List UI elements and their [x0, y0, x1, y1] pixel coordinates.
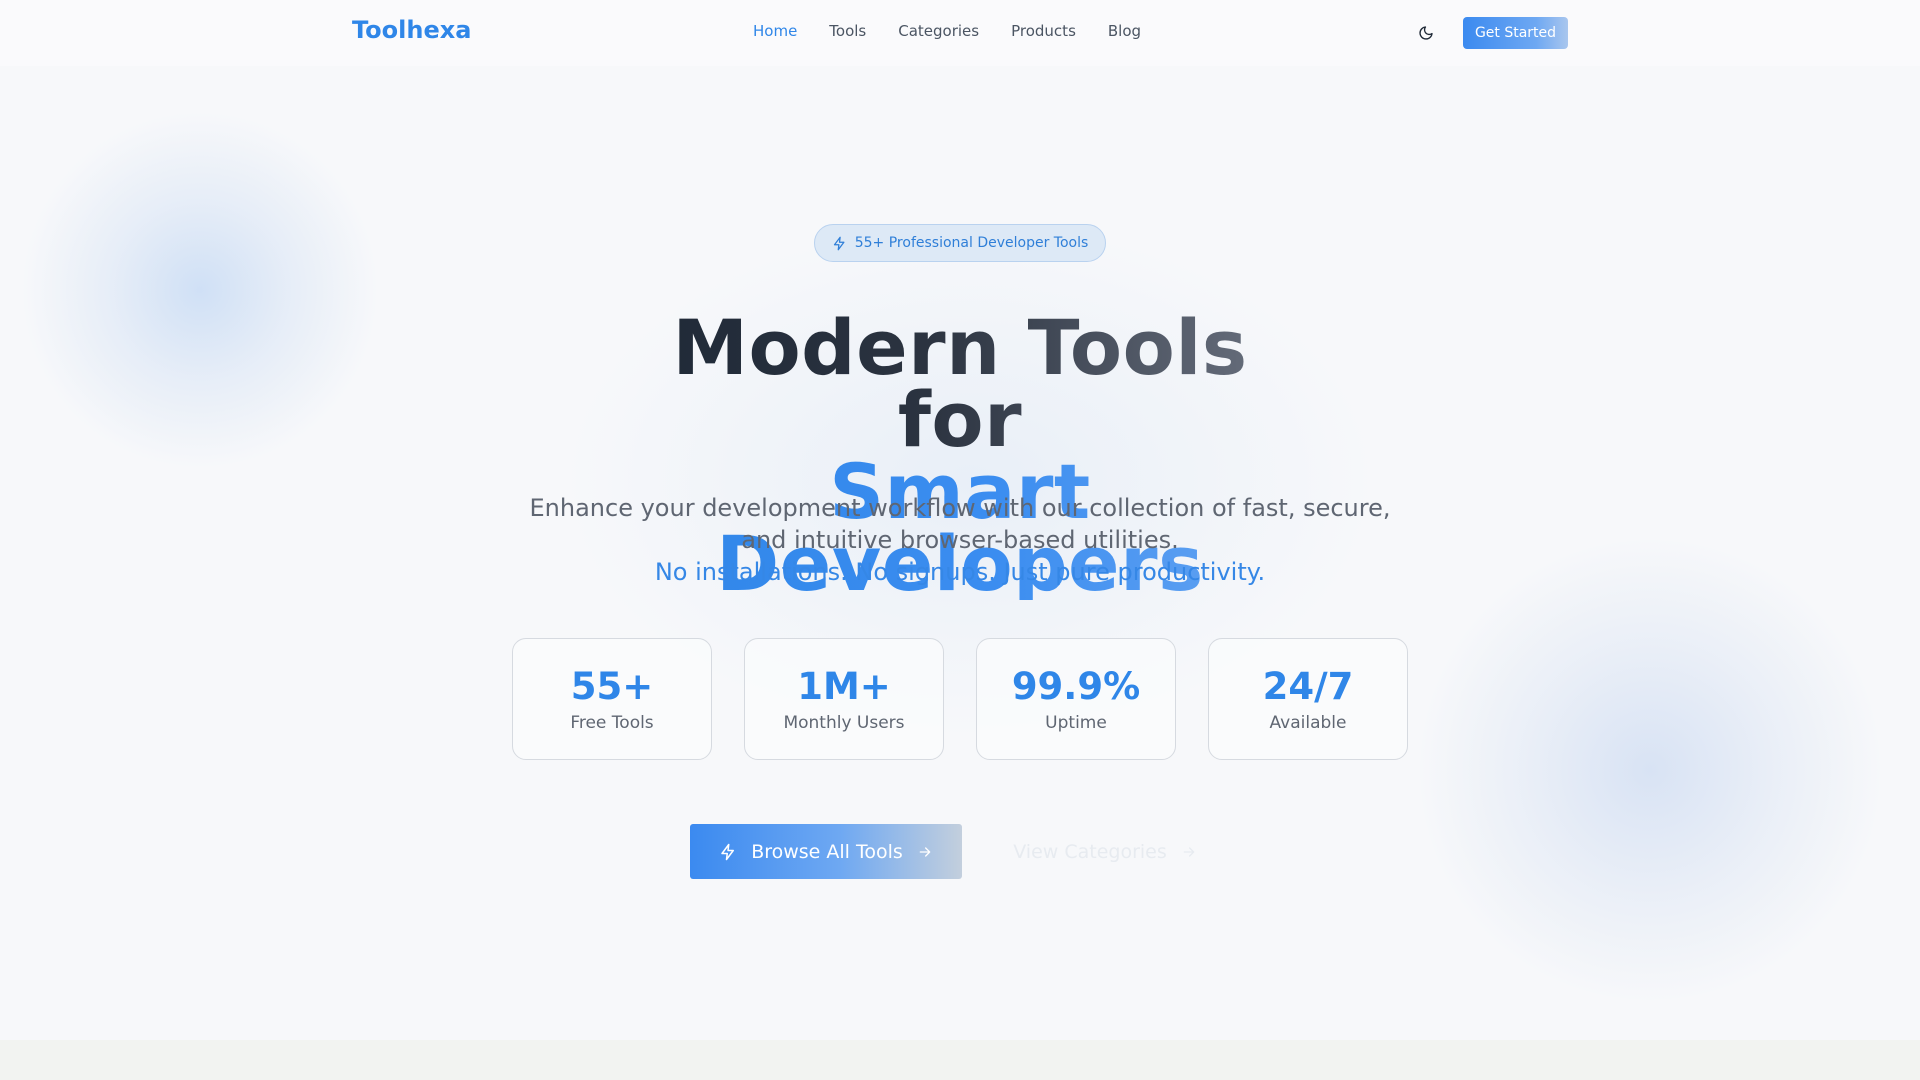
nav-link-products[interactable]: Products: [1011, 22, 1076, 40]
hero-subtitle: Enhance your development workflow with o…: [0, 492, 1920, 588]
top-navbar: Toolhexa Home Tools Categories Products …: [0, 0, 1920, 66]
lightning-icon: [832, 236, 847, 251]
stat-card-availability: 24/7 Available: [1208, 638, 1408, 760]
moon-icon: [1418, 25, 1434, 41]
browse-all-tools-button[interactable]: Browse All Tools: [690, 824, 962, 879]
nav-link-blog[interactable]: Blog: [1108, 22, 1141, 40]
stat-card-uptime: 99.9% Uptime: [976, 638, 1176, 760]
stat-label: Uptime: [1045, 713, 1107, 733]
hero-subtitle-accent: No installations. No signups. Just pure …: [654, 558, 1266, 586]
stat-value: 99.9%: [1011, 665, 1141, 708]
stat-label: Free Tools: [570, 713, 654, 733]
hero-subtitle-line2: and intuitive browser-based utilities.: [741, 526, 1179, 554]
stat-value: 55+: [570, 665, 654, 708]
stat-value: 24/7: [1262, 665, 1354, 708]
stat-label: Monthly Users: [783, 713, 905, 733]
site-logo[interactable]: Toolhexa: [352, 16, 471, 44]
background-glow-right: [1420, 540, 1880, 1000]
main-nav: Home Tools Categories Products Blog: [753, 22, 1173, 40]
arrow-right-icon: [917, 844, 933, 860]
tools-count-badge: 55+ Professional Developer Tools: [814, 224, 1106, 262]
stat-card-users: 1M+ Monthly Users: [744, 638, 944, 760]
nav-link-tools[interactable]: Tools: [829, 22, 866, 40]
browse-all-tools-label: Browse All Tools: [751, 840, 903, 863]
section-divider: [0, 1040, 1920, 1080]
stats-row: 55+ Free Tools 1M+ Monthly Users 99.9% U…: [512, 638, 1408, 760]
hero-subtitle-line1: Enhance your development workflow with o…: [529, 494, 1391, 522]
view-categories-label: View Categories: [1013, 840, 1167, 863]
get-started-button[interactable]: Get Started: [1463, 17, 1568, 49]
stat-card-tools: 55+ Free Tools: [512, 638, 712, 760]
hero-heading-line1: Modern Tools for: [630, 310, 1290, 458]
theme-toggle-button[interactable]: [1415, 22, 1437, 44]
stat-value: 1M+: [797, 665, 891, 708]
arrow-right-icon: [1181, 844, 1197, 860]
nav-link-categories[interactable]: Categories: [898, 22, 979, 40]
badge-text: 55+ Professional Developer Tools: [854, 235, 1089, 251]
nav-link-home[interactable]: Home: [753, 22, 797, 40]
stat-label: Available: [1269, 713, 1347, 733]
view-categories-button[interactable]: View Categories: [1000, 824, 1210, 879]
lightning-icon: [719, 843, 737, 861]
